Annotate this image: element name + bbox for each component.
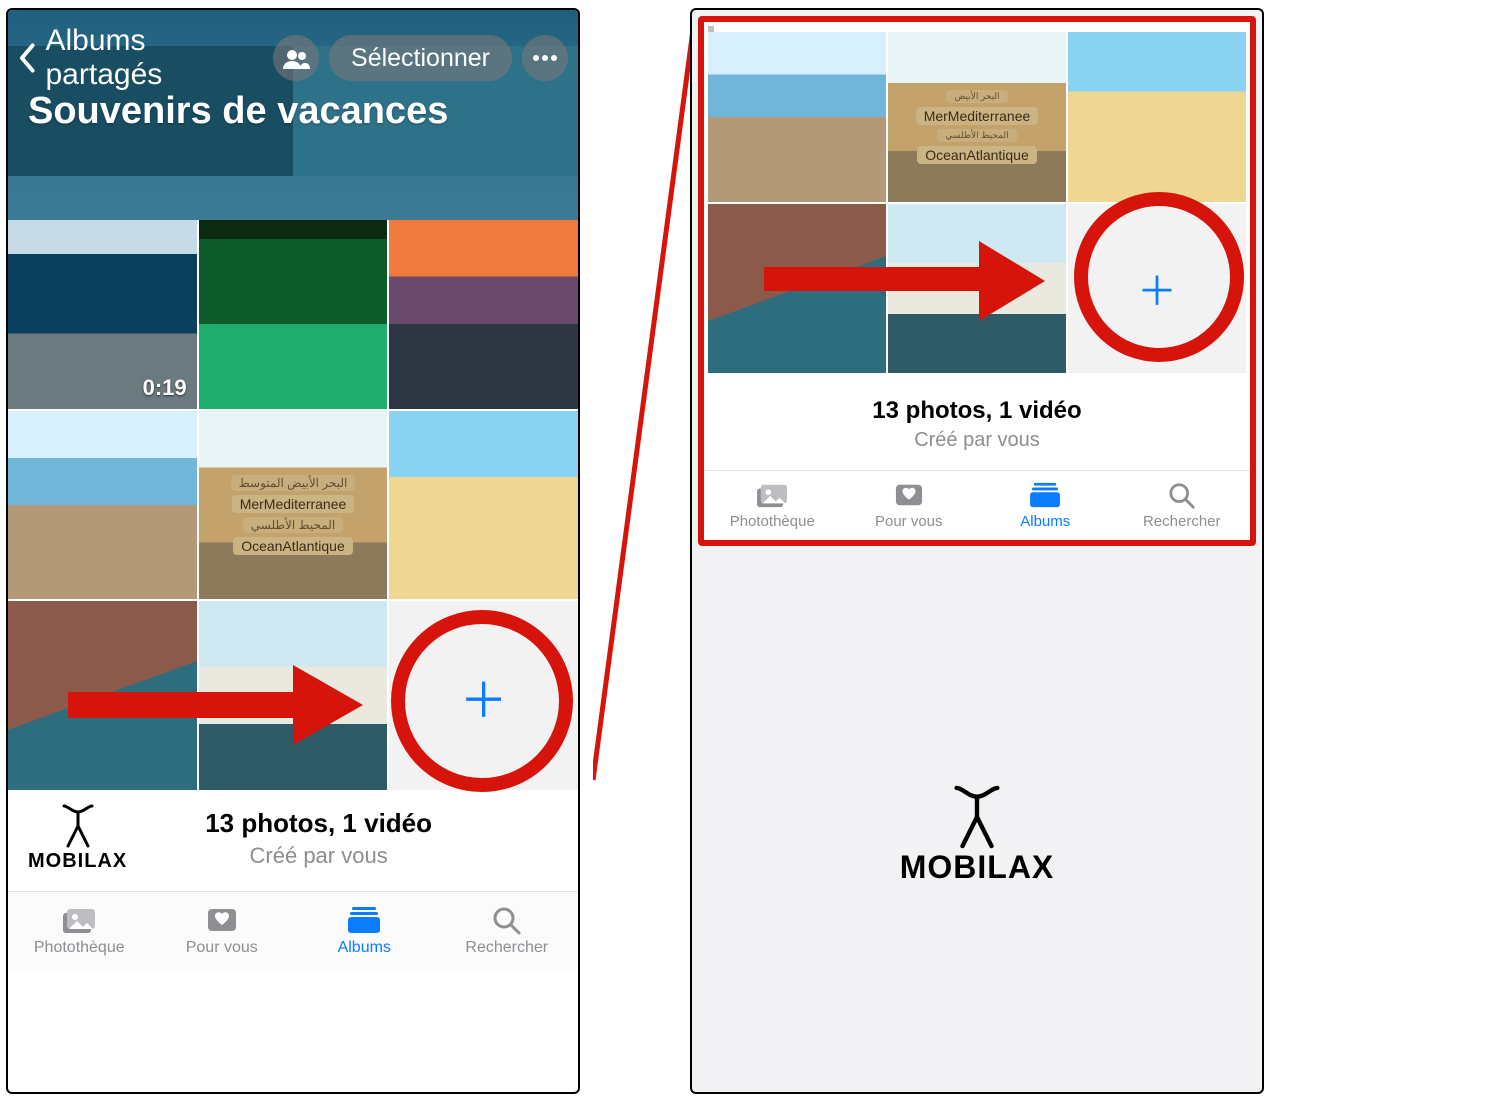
- tab-albums[interactable]: Albums: [977, 471, 1114, 540]
- albums-icon: [346, 905, 382, 935]
- annotation-connector-line: [593, 20, 693, 790]
- photo-thumbnail[interactable]: [1068, 32, 1246, 202]
- summary-count: 13 photos, 1 vidéo: [145, 808, 492, 839]
- select-button[interactable]: Sélectionner: [329, 35, 512, 81]
- photo-thumbnail[interactable]: [708, 204, 886, 374]
- phone-screenshot-left: Albums partagés Sélectionner Souvenirs d…: [6, 8, 580, 1094]
- signpost-text: البحر الأبيض المتوسط MerMediterranee الم…: [218, 475, 369, 555]
- plus-icon: ＋: [1137, 259, 1177, 317]
- photo-thumbnail[interactable]: [389, 220, 578, 409]
- plus-icon: ＋: [460, 661, 508, 731]
- ellipsis-icon: [532, 54, 558, 62]
- photo-thumbnail[interactable]: [389, 411, 578, 600]
- tab-bar: Photothèque Pour vous Albums Rechercher: [8, 891, 578, 969]
- tab-search[interactable]: Rechercher: [436, 892, 579, 969]
- photo-thumbnail[interactable]: [708, 32, 886, 202]
- library-icon: [61, 905, 97, 935]
- photo-grid: 0:19 البحر الأبيض المتوسط MerMediterrane…: [8, 220, 578, 790]
- back-label[interactable]: Albums partagés: [46, 24, 266, 92]
- add-photo-button[interactable]: ＋: [1068, 204, 1246, 374]
- mobilax-logo: MOBILAX: [28, 804, 127, 873]
- people-icon-button[interactable]: [273, 35, 319, 81]
- foryou-icon: [892, 481, 926, 509]
- tab-library[interactable]: Photothèque: [704, 471, 841, 540]
- summary-creator: Créé par vous: [145, 843, 492, 869]
- photo-thumbnail[interactable]: [199, 220, 388, 409]
- more-button[interactable]: [522, 35, 568, 81]
- album-summary: 13 photos, 1 vidéo Créé par vous: [704, 373, 1250, 470]
- mobilax-logo-icon: [942, 785, 1012, 849]
- album-title: Souvenirs de vacances: [28, 90, 448, 133]
- library-icon: [755, 481, 789, 509]
- album-hero: Albums partagés Sélectionner Souvenirs d…: [8, 10, 578, 220]
- photo-thumbnail[interactable]: البحر الأبيض MerMediterranee المحيط الأط…: [888, 32, 1066, 202]
- photo-thumbnail[interactable]: [199, 601, 388, 790]
- tab-search[interactable]: Rechercher: [1114, 471, 1251, 540]
- albums-icon: [1028, 481, 1062, 509]
- photo-thumbnail[interactable]: 0:19: [8, 220, 197, 409]
- album-summary: MOBILAX 13 photos, 1 vidéo Créé par vous: [8, 790, 578, 891]
- mobilax-logo-icon: [54, 804, 102, 848]
- tab-foryou[interactable]: Pour vous: [151, 892, 294, 969]
- summary-count: 13 photos, 1 vidéo: [704, 397, 1250, 425]
- foryou-icon: [204, 905, 240, 935]
- signpost-text: البحر الأبيض MerMediterranee المحيط الأط…: [906, 90, 1048, 164]
- photo-thumbnail[interactable]: [888, 204, 1066, 374]
- add-photo-button[interactable]: ＋: [389, 601, 578, 790]
- search-icon: [489, 905, 525, 935]
- photo-thumbnail[interactable]: البحر الأبيض المتوسط MerMediterranee الم…: [199, 411, 388, 600]
- chevron-left-icon[interactable]: [18, 43, 38, 73]
- phone-screenshot-right: البحر الأبيض MerMediterranee المحيط الأط…: [690, 8, 1264, 1094]
- zoom-callout: البحر الأبيض MerMediterranee المحيط الأط…: [698, 16, 1256, 546]
- search-icon: [1165, 481, 1199, 509]
- tab-foryou[interactable]: Pour vous: [841, 471, 978, 540]
- tab-albums[interactable]: Albums: [293, 892, 436, 969]
- photo-thumbnail[interactable]: [8, 601, 197, 790]
- nav-bar: Albums partagés Sélectionner: [8, 24, 578, 92]
- summary-creator: Créé par vous: [704, 429, 1250, 452]
- photo-grid-zoom: البحر الأبيض MerMediterranee المحيط الأط…: [708, 32, 1246, 373]
- tab-bar: Photothèque Pour vous Albums Rechercher: [704, 470, 1250, 540]
- mobilax-logo: MOBILAX: [692, 785, 1262, 886]
- tab-library[interactable]: Photothèque: [8, 892, 151, 969]
- photo-thumbnail[interactable]: [8, 411, 197, 600]
- video-duration-badge: 0:19: [143, 375, 187, 401]
